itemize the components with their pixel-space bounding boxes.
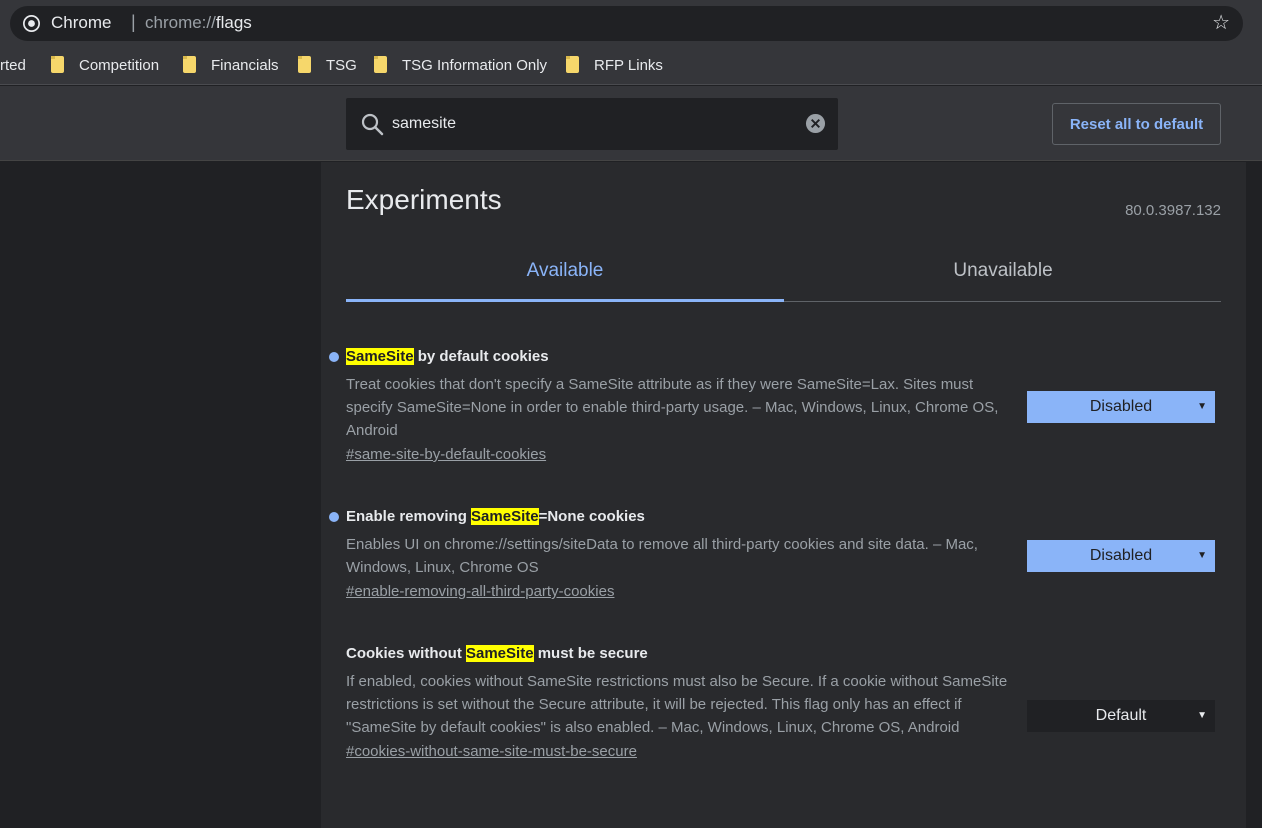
flag-enable-removing-all-third-party-cookies: Enable removing SameSite=None cookies En…: [329, 507, 1221, 601]
flag-description: Treat cookies that don't specify a SameS…: [346, 376, 999, 439]
select-value: Disabled: [1089, 547, 1153, 564]
flag-state-select[interactable]: Disabled ▼: [1027, 540, 1215, 572]
flag-title: Cookies without SameSite must be secure: [346, 644, 1221, 664]
flag-title-post: by default cookies: [413, 348, 549, 365]
flag-permalink[interactable]: #enable-removing-all-third-party-cookies: [346, 583, 614, 600]
flag-title: SameSite by default cookies: [346, 347, 1221, 367]
version-label: 80.0.3987.132: [1125, 202, 1221, 219]
bookmark-label: Competition: [79, 57, 160, 74]
flag-same-site-by-default-cookies: SameSite by default cookies Treat cookie…: [329, 347, 1221, 464]
reset-all-button[interactable]: Reset all to default: [1052, 103, 1221, 145]
dropdown-arrow-icon: ▼: [1197, 401, 1207, 412]
flag-title-pre: Enable removing: [346, 508, 472, 525]
bookmark-folder-competition[interactable]: Competition: [51, 55, 159, 77]
dropdown-arrow-icon: ▼: [1197, 710, 1207, 721]
flag-description: If enabled, cookies without SameSite res…: [346, 673, 1008, 736]
folder-icon: [298, 56, 311, 73]
select-value: Disabled: [1089, 398, 1153, 415]
search-input[interactable]: [392, 112, 792, 136]
folder-icon: [51, 56, 64, 73]
bookmark-label: TSG: [326, 57, 357, 74]
url-text[interactable]: chrome://flags: [145, 13, 252, 33]
site-name: Chrome: [51, 13, 112, 32]
bookmark-folder-tsg[interactable]: TSG: [298, 55, 357, 77]
url-host: flags: [215, 13, 252, 32]
search-box: [346, 98, 838, 150]
left-gutter: [0, 162, 321, 828]
bookmark-folder-rfp-links[interactable]: RFP Links: [566, 55, 663, 77]
flag-permalink[interactable]: #cookies-without-same-site-must-be-secur…: [346, 743, 637, 760]
flag-title: Enable removing SameSite=None cookies: [346, 507, 1221, 527]
search-match-highlight: SameSite: [346, 348, 414, 365]
tab-unavailable[interactable]: Unavailable: [784, 250, 1222, 302]
page-title: Experiments: [346, 184, 502, 215]
search-icon: [361, 113, 384, 136]
search-match-highlight: SameSite: [471, 508, 539, 525]
bookmark-folder-financials[interactable]: Financials: [183, 55, 279, 77]
bookmark-label: TSG Information Only: [402, 57, 548, 74]
clear-icon[interactable]: [805, 113, 826, 134]
experiments-panel: Experiments 80.0.3987.132 Available Unav…: [321, 162, 1246, 828]
select-value: Default: [1095, 707, 1147, 724]
folder-icon: [183, 56, 196, 73]
url-separator: |: [131, 12, 136, 32]
flag-permalink[interactable]: #same-site-by-default-cookies: [346, 446, 546, 463]
tab-available[interactable]: Available: [346, 250, 784, 302]
flag-state-select[interactable]: Default ▼: [1027, 700, 1215, 732]
bookmark-item[interactable]: rted: [0, 55, 26, 77]
bookmark-label: RFP Links: [594, 57, 663, 74]
chrome-logo-icon: [23, 15, 40, 32]
tab-bar: Available Unavailable: [346, 250, 1221, 302]
bookmark-folder-tsg-information-only[interactable]: TSG Information Only: [374, 55, 547, 77]
modified-indicator-dot: [329, 512, 339, 522]
flag-title-pre: Cookies without: [346, 645, 466, 662]
bookmarks-bar: rted Competition Financials TSG TSG Info…: [0, 48, 1262, 85]
folder-icon: [374, 56, 387, 73]
right-gutter: [1246, 162, 1262, 828]
flag-title-post: must be secure: [533, 645, 648, 662]
flag-title-post: =None cookies: [538, 508, 645, 525]
star-icon[interactable]: ☆: [1212, 11, 1230, 35]
flag-cookies-without-same-site-must-be-secure: Cookies without SameSite must be secure …: [346, 644, 1221, 761]
bookmark-label: Financials: [211, 57, 279, 74]
flags-search-header: Reset all to default: [0, 86, 1262, 161]
address-bar[interactable]: Chrome | chrome://flags ☆: [10, 6, 1243, 41]
folder-icon: [566, 56, 579, 73]
search-match-highlight: SameSite: [466, 645, 534, 662]
flag-state-select[interactable]: Disabled ▼: [1027, 391, 1215, 423]
url-scheme: chrome://: [145, 13, 216, 32]
flag-description: Enables UI on chrome://settings/siteData…: [346, 536, 978, 576]
modified-indicator-dot: [329, 352, 339, 362]
dropdown-arrow-icon: ▼: [1197, 550, 1207, 561]
browser-toolbar: Chrome | chrome://flags ☆: [0, 0, 1262, 48]
bookmark-label: rted: [0, 57, 26, 74]
